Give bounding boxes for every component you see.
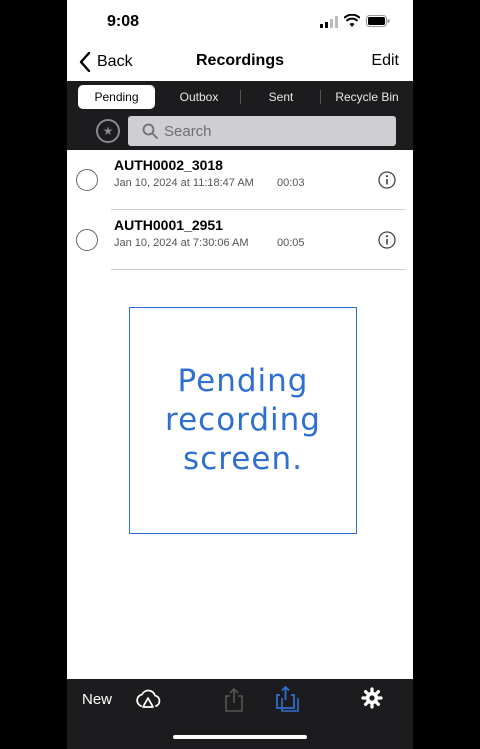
- search-input[interactable]: Search: [128, 116, 396, 146]
- navigation-bar: Back Recordings Edit: [67, 44, 413, 80]
- search-placeholder: Search: [164, 122, 212, 140]
- recording-duration: 00:05: [277, 237, 305, 249]
- recording-duration: 00:03: [277, 177, 305, 189]
- row-divider: [111, 209, 405, 210]
- edit-button[interactable]: Edit: [371, 52, 399, 70]
- cloud-sync-icon[interactable]: [134, 687, 162, 713]
- home-indicator: [173, 735, 307, 739]
- recording-date: Jan 10, 2024 at 7:30:06 AM: [114, 237, 249, 249]
- info-icon[interactable]: [378, 171, 396, 189]
- share-icon[interactable]: [224, 687, 244, 713]
- row-divider: [111, 269, 405, 270]
- placeholder-box: Pending recording screen.: [129, 307, 357, 534]
- status-bar: 9:08: [67, 0, 413, 44]
- cellular-signal-icon: [320, 16, 338, 28]
- placeholder-text: Pending recording screen.: [165, 363, 321, 477]
- recording-name: AUTH0001_2951: [114, 217, 223, 233]
- search-bar: ★ Search: [67, 113, 413, 150]
- wifi-icon: [344, 14, 360, 27]
- recording-name: AUTH0002_3018: [114, 157, 223, 173]
- recording-date: Jan 10, 2024 at 11:18:47 AM: [114, 177, 254, 189]
- bottom-toolbar: New: [67, 679, 413, 749]
- gear-icon[interactable]: [361, 687, 383, 709]
- tab-recycle-bin[interactable]: Recycle Bin: [325, 85, 409, 109]
- tab-divider: [240, 90, 241, 104]
- status-time: 9:08: [107, 13, 140, 30]
- battery-icon: [366, 15, 390, 27]
- batch-share-icon[interactable]: [274, 685, 300, 713]
- search-icon: [142, 123, 158, 139]
- tab-divider: [320, 90, 321, 104]
- select-radio[interactable]: [76, 169, 98, 191]
- phone-screen: 9:08 Back Recordings Edit Pending Outbox…: [67, 0, 413, 749]
- recording-row[interactable]: AUTH0001_2951 Jan 10, 2024 at 7:30:06 AM…: [67, 211, 413, 269]
- tab-pending[interactable]: Pending: [78, 85, 155, 109]
- info-icon[interactable]: [378, 231, 396, 249]
- tab-bar: Pending Outbox Sent Recycle Bin: [67, 81, 413, 113]
- select-radio[interactable]: [76, 229, 98, 251]
- new-button[interactable]: New: [82, 691, 112, 708]
- recording-row[interactable]: AUTH0002_3018 Jan 10, 2024 at 11:18:47 A…: [67, 151, 413, 209]
- star-icon[interactable]: ★: [96, 119, 120, 143]
- page-title: Recordings: [195, 52, 284, 69]
- tab-sent[interactable]: Sent: [245, 85, 317, 109]
- tab-outbox[interactable]: Outbox: [163, 85, 235, 109]
